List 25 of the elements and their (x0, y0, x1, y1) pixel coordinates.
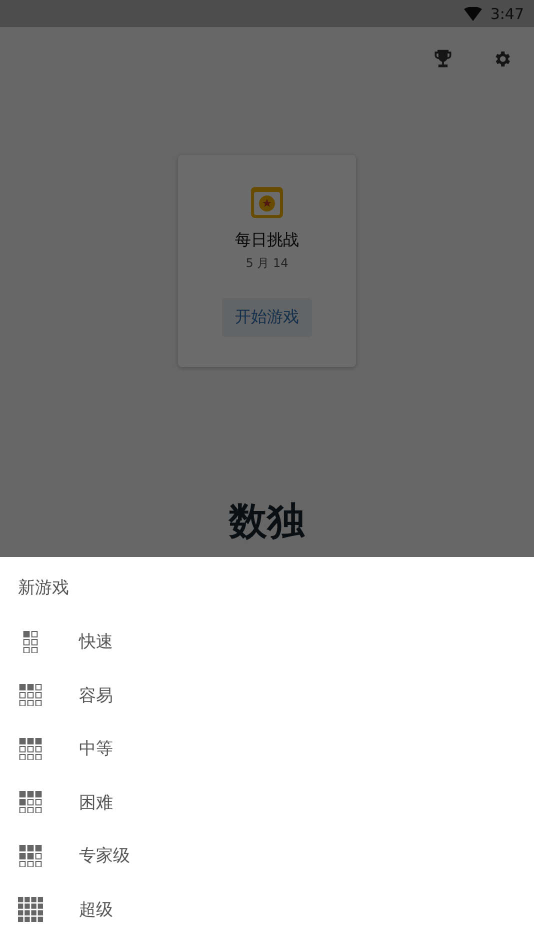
difficulty-item[interactable]: 困难 (0, 776, 534, 829)
trophy-icon[interactable] (432, 48, 454, 70)
card-title: 每日挑战 (235, 230, 299, 251)
difficulty-grid-icon (18, 791, 43, 814)
difficulty-label: 困难 (79, 792, 113, 814)
difficulty-label: 中等 (79, 738, 113, 760)
difficulty-item[interactable]: 超级 (0, 882, 534, 936)
status-time: 3:47 (490, 4, 524, 22)
difficulty-grid-icon (18, 896, 43, 922)
difficulty-label: 专家级 (79, 845, 130, 868)
difficulty-item[interactable]: 中等 (0, 722, 534, 776)
difficulty-label: 超级 (79, 898, 113, 921)
difficulty-label: 快速 (79, 631, 113, 654)
difficulty-item[interactable]: 容易 (0, 668, 534, 722)
difficulty-item[interactable]: 快速 (0, 615, 534, 668)
sheet-title: 新游戏 (18, 577, 70, 599)
difficulty-grid-icon (18, 844, 43, 867)
challenge-date: 5 月 14 (246, 255, 288, 272)
app-title: 数独 (229, 498, 305, 545)
difficulty-grid-icon (18, 684, 43, 706)
wifi-icon (464, 6, 482, 20)
difficulty-label: 容易 (79, 684, 113, 707)
difficulty-item[interactable]: 专家级 (0, 829, 534, 882)
calendar-medal-icon (249, 184, 285, 220)
difficulty-grid-icon (18, 738, 43, 760)
